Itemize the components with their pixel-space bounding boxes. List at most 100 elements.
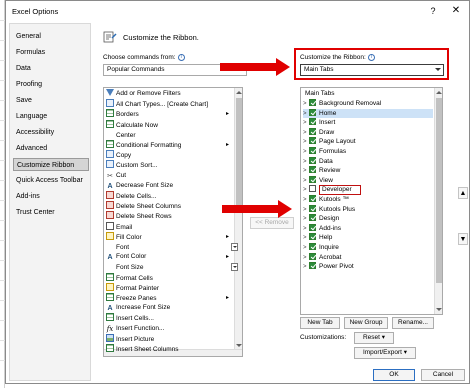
command-item[interactable]: Freeze Panes ▸ bbox=[106, 293, 232, 303]
tree-item-label: Insert bbox=[319, 119, 336, 127]
scroll-thumb[interactable] bbox=[436, 98, 442, 283]
tab-checkbox[interactable] bbox=[309, 156, 316, 164]
move-up-button[interactable]: ▲ bbox=[458, 187, 468, 199]
command-item[interactable]: Font Size bbox=[106, 262, 238, 272]
command-item[interactable]: Custom Sort... bbox=[106, 160, 232, 170]
command-item[interactable]: Delete Sheet Columns bbox=[106, 201, 232, 211]
command-item[interactable]: Conditional Formatting ▸ bbox=[106, 140, 232, 150]
scroll-down-icon[interactable] bbox=[436, 308, 442, 311]
reset-button[interactable]: Reset ▾ bbox=[354, 332, 394, 344]
command-item[interactable]: Insert Cells... bbox=[106, 313, 232, 323]
command-item[interactable]: Insert Sheet Columns bbox=[106, 344, 232, 354]
ok-button[interactable]: OK bbox=[373, 369, 415, 381]
nav-item-proofing[interactable]: Proofing bbox=[14, 78, 88, 91]
tab-checkbox[interactable] bbox=[309, 195, 316, 202]
tree-item-page-layout[interactable]: > Page Layout bbox=[303, 137, 433, 147]
tree-item-help[interactable]: > Help bbox=[303, 233, 433, 243]
close-icon[interactable]: ✕ bbox=[449, 4, 463, 18]
command-item[interactable]: Borders ▸ bbox=[106, 109, 232, 119]
tab-checkbox[interactable] bbox=[309, 137, 316, 145]
tab-checkbox[interactable] bbox=[309, 262, 316, 270]
tab-checkbox[interactable] bbox=[309, 223, 316, 231]
tab-checkbox[interactable] bbox=[309, 127, 316, 135]
scroll-up-icon[interactable] bbox=[436, 91, 442, 94]
tree-item-view[interactable]: > View bbox=[303, 175, 433, 186]
commands-list[interactable]: Add or Remove Filters All Chart Types... … bbox=[103, 87, 243, 357]
tab-checkbox[interactable] bbox=[309, 204, 316, 212]
nav-item-formulas[interactable]: Formulas bbox=[14, 46, 88, 59]
tree-item-acrobat[interactable]: > Acrobat bbox=[303, 252, 433, 263]
tree-item-draw[interactable]: > Draw bbox=[303, 127, 433, 138]
nav-item-add-ins[interactable]: Add-ins bbox=[14, 190, 88, 203]
ribbon-tabs-tree[interactable]: Main Tabs > Background Removal > Home > Inser… bbox=[300, 87, 443, 315]
tab-checkbox[interactable] bbox=[309, 175, 316, 183]
command-item[interactable]: Center bbox=[106, 130, 232, 140]
nav-item-quick-access-toolbar[interactable]: Quick Access Toolbar bbox=[14, 174, 88, 187]
rename-button[interactable]: Rename... bbox=[392, 317, 434, 329]
nav-item-general[interactable]: General bbox=[14, 30, 88, 43]
tree-item-home[interactable]: > Home bbox=[303, 108, 433, 119]
tab-checkbox[interactable] bbox=[309, 147, 316, 154]
nav-item-trust-center[interactable]: Trust Center bbox=[14, 206, 88, 219]
tab-checkbox[interactable] bbox=[309, 243, 316, 250]
command-item[interactable]: Delete Sheet Rows bbox=[106, 211, 232, 221]
nav-item-data[interactable]: Data bbox=[14, 62, 88, 75]
tree-item-add-ins[interactable]: > Add-ins bbox=[303, 223, 433, 234]
move-down-button[interactable]: ▼ bbox=[458, 233, 468, 245]
command-item[interactable]: All Chart Types... [Create Chart] bbox=[106, 99, 232, 109]
commands-scrollbar[interactable] bbox=[234, 88, 242, 350]
command-item[interactable]: Fill Color ▸ bbox=[106, 231, 232, 242]
command-item[interactable]: ✂ Cut bbox=[106, 171, 232, 181]
command-item[interactable]: Email bbox=[106, 221, 232, 232]
tree-item-formulas[interactable]: > Formulas bbox=[303, 147, 433, 157]
nav-item-language[interactable]: Language bbox=[14, 110, 88, 123]
choose-commands-label-text: Choose commands from: bbox=[103, 54, 176, 61]
tab-checkbox[interactable] bbox=[309, 166, 316, 174]
command-item[interactable]: Format Painter bbox=[106, 282, 232, 293]
tree-item-inquire[interactable]: > Inquire bbox=[303, 243, 433, 253]
tree-item-review[interactable]: > Review bbox=[303, 166, 433, 176]
tab-checkbox[interactable] bbox=[309, 252, 316, 260]
arrow-to-developer bbox=[222, 200, 292, 218]
command-item[interactable]: Delete Cells... bbox=[106, 191, 232, 201]
tree-item-design[interactable]: > Design bbox=[303, 214, 433, 224]
cancel-button[interactable]: Cancel bbox=[421, 369, 465, 381]
command-item[interactable]: Calculate Now bbox=[106, 119, 232, 130]
nav-item-save[interactable]: Save bbox=[14, 94, 88, 107]
command-item[interactable]: A Increase Font Size bbox=[106, 303, 232, 313]
tree-item-background-removal[interactable]: > Background Removal bbox=[303, 99, 433, 109]
command-item[interactable]: Font bbox=[106, 242, 238, 252]
command-item[interactable]: Insert Picture bbox=[106, 333, 232, 344]
scroll-down-icon[interactable] bbox=[236, 344, 242, 347]
tree-item-kutools-plus[interactable]: > Kutools Plus bbox=[303, 204, 433, 215]
tree-scrollbar[interactable] bbox=[434, 88, 442, 314]
command-item[interactable]: Add or Remove Filters bbox=[106, 89, 232, 99]
tree-item-data[interactable]: > Data bbox=[303, 156, 433, 167]
command-item[interactable]: fx Insert Function... bbox=[106, 324, 232, 334]
command-item[interactable]: Format Cells bbox=[106, 272, 232, 283]
nav-item-advanced[interactable]: Advanced bbox=[14, 142, 88, 155]
command-item[interactable]: A Decrease Font Size bbox=[106, 181, 232, 191]
new-group-button[interactable]: New Group bbox=[344, 317, 388, 329]
tree-item-insert[interactable]: > Insert bbox=[303, 118, 433, 128]
tab-checkbox[interactable] bbox=[309, 233, 316, 241]
tab-checkbox[interactable] bbox=[309, 185, 316, 193]
command-item[interactable]: Copy bbox=[106, 150, 232, 160]
scroll-thumb[interactable] bbox=[236, 98, 242, 208]
command-item[interactable]: A Font Color ▸ bbox=[106, 252, 232, 262]
scroll-up-icon[interactable] bbox=[236, 91, 242, 94]
nav-item-accessibility[interactable]: Accessibility bbox=[14, 126, 88, 139]
tab-checkbox[interactable] bbox=[309, 118, 316, 126]
tab-checkbox[interactable] bbox=[309, 99, 316, 106]
tree-item-kutools[interactable]: > Kutools ™ bbox=[303, 195, 433, 205]
new-tab-button[interactable]: New Tab bbox=[300, 317, 340, 329]
import-export-button[interactable]: Import/Export ▾ bbox=[354, 347, 416, 359]
remove-button[interactable]: << Remove bbox=[250, 217, 294, 229]
help-icon[interactable]: ? bbox=[426, 4, 440, 18]
nav-item-customize-ribbon[interactable]: Customize Ribbon bbox=[13, 158, 89, 171]
tree-item-developer[interactable]: > Developer bbox=[303, 185, 433, 196]
tab-checkbox[interactable] bbox=[309, 108, 316, 116]
tab-checkbox[interactable] bbox=[309, 214, 316, 222]
section-heading: Customize the Ribbon. bbox=[123, 33, 199, 42]
tree-item-power-pivot[interactable]: > Power Pivot bbox=[303, 262, 433, 272]
